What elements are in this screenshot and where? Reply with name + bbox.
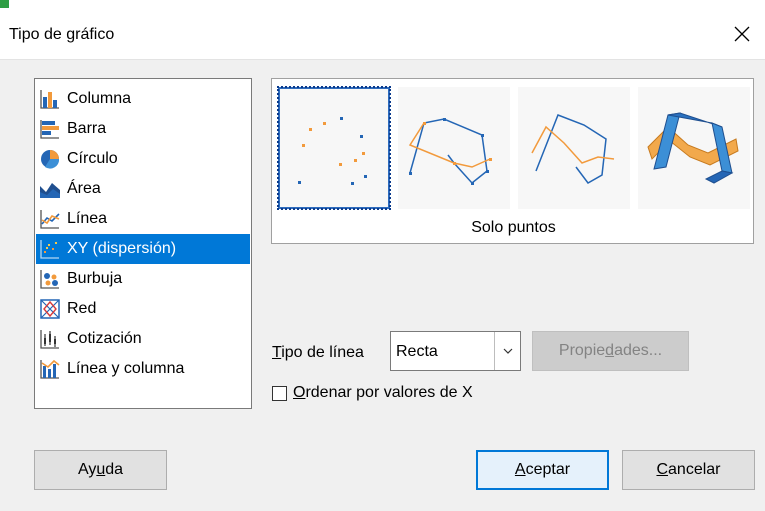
close-button[interactable]	[719, 8, 765, 60]
line-type-dropdown[interactable]: Recta	[390, 331, 521, 371]
chart-type-label: Línea	[67, 210, 108, 227]
properties-mnemonic: d	[605, 342, 615, 359]
chart-type-item-area[interactable]: Área	[36, 174, 250, 204]
chart-type-label: XY (dispersión)	[67, 240, 177, 257]
chart-type-list[interactable]: Columna Barra Círculo Área Línea XY (dis…	[34, 78, 252, 409]
pie-chart-icon	[41, 150, 60, 169]
top-strip	[0, 0, 765, 8]
line-chart-icon	[40, 210, 60, 229]
sort-by-x-label: Ordenar por valores de X	[293, 384, 473, 402]
ok-button[interactable]: Aceptar	[476, 450, 609, 490]
cancel-mnemonic: C	[656, 461, 669, 478]
column-line-chart-icon	[40, 359, 60, 379]
points-only-icon	[298, 117, 367, 185]
dropdown-arrow[interactable]	[494, 332, 520, 370]
app-accent	[0, 0, 9, 8]
chevron-down-icon	[503, 348, 512, 354]
bar-chart-icon	[40, 120, 59, 139]
sort-by-x-option[interactable]: Ordenar por valores de X	[272, 382, 473, 404]
chart-type-item-bubble[interactable]: Burbuja	[36, 264, 250, 294]
sort-by-x-mnemonic: O	[293, 384, 306, 401]
line-type-mnemonic: T	[272, 344, 282, 361]
sort-by-x-checkbox[interactable]	[272, 385, 287, 401]
properties-label-start: Propie	[558, 342, 606, 359]
title-bar: Tipo de gráfico	[0, 8, 765, 60]
close-icon	[734, 26, 750, 42]
chart-type-item-xy-scatter[interactable]: XY (dispersión)	[36, 234, 250, 264]
area-chart-icon	[40, 183, 60, 198]
properties-label-end: ades...	[614, 342, 663, 359]
chart-type-label: Columna	[67, 90, 132, 107]
3d-lines-icon	[647, 112, 739, 184]
ok-mnemonic: A	[514, 461, 526, 478]
points-and-lines-icon	[408, 118, 492, 185]
chart-type-label: Línea y columna	[67, 360, 185, 377]
chart-type-item-pie[interactable]: Círculo	[36, 144, 250, 174]
chart-type-label: Cotización	[67, 330, 142, 347]
chart-type-label: Área	[67, 180, 101, 197]
stock-chart-icon	[40, 330, 59, 349]
lines-only-icon	[531, 114, 615, 184]
chart-type-label: Burbuja	[67, 270, 123, 287]
variant-points-only[interactable]	[277, 86, 391, 210]
chart-type-item-column[interactable]: Columna	[36, 84, 250, 114]
help-button[interactable]: Ay u da	[34, 450, 167, 490]
chart-type-item-column-line[interactable]: Línea y columna	[36, 354, 250, 384]
help-label-start: Ay	[77, 461, 97, 478]
bubble-chart-icon	[40, 270, 59, 289]
chart-type-label: Barra	[67, 120, 107, 137]
chart-type-item-line[interactable]: Línea	[36, 204, 250, 234]
line-type-value: Recta	[396, 343, 438, 360]
help-label-end: da	[105, 461, 124, 478]
cancel-label: ancelar	[668, 461, 721, 478]
cancel-button[interactable]: Cancelar	[622, 450, 755, 490]
line-type-label: Tipo de línea	[272, 344, 364, 362]
chart-type-label: Red	[67, 300, 97, 317]
chart-type-label: Círculo	[67, 150, 118, 167]
window-title: Tipo de gráfico	[9, 26, 115, 43]
net-chart-icon	[40, 299, 60, 319]
column-chart-icon	[40, 90, 59, 109]
ok-label: ceptar	[525, 461, 571, 478]
variant-3d-lines[interactable]	[638, 87, 750, 209]
variant-lines-only[interactable]	[518, 87, 630, 209]
line-type-label-text: ipo de línea	[281, 344, 364, 361]
sort-by-x-label-text: rdenar por valores de X	[305, 384, 473, 401]
variant-name-label: Solo puntos	[471, 219, 556, 236]
chart-type-item-bar[interactable]: Barra	[36, 114, 250, 144]
properties-button[interactable]: Propie d ades...	[532, 331, 689, 371]
scatter-chart-icon	[40, 240, 59, 259]
chart-type-item-stock[interactable]: Cotización	[36, 324, 250, 354]
chart-variant-selector[interactable]: Solo puntos	[271, 78, 754, 244]
help-mnemonic: u	[96, 461, 106, 478]
chart-type-item-net[interactable]: Red	[36, 294, 250, 324]
variant-points-and-lines[interactable]	[398, 87, 510, 209]
